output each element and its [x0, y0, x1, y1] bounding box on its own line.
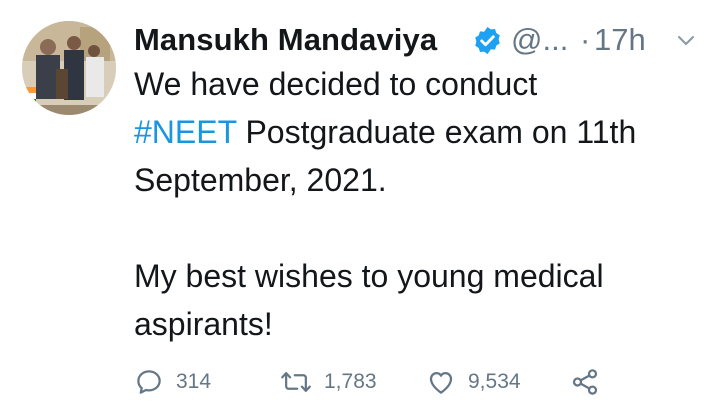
- tweet-actions: 314 1,783 9,534: [134, 362, 694, 402]
- reply-icon: [134, 367, 164, 397]
- verified-badge-icon: [472, 25, 503, 56]
- reply-button[interactable]: 314: [134, 362, 211, 402]
- share-button[interactable]: [570, 362, 600, 402]
- like-button[interactable]: 9,534: [426, 362, 521, 402]
- tweet-text: We have decided to conduct #NEET Postgra…: [134, 60, 704, 348]
- tweet-line: September, 2021.: [134, 162, 387, 198]
- retweet-icon: [280, 367, 312, 397]
- tweet-timestamp[interactable]: 17h: [594, 22, 646, 58]
- tweet-card[interactable]: Mansukh Mandaviya @... · 17h We have dec…: [0, 0, 714, 418]
- tweet-line: #NEET Postgraduate exam on 11th: [134, 108, 704, 156]
- paragraph-break: [134, 204, 704, 252]
- author-name[interactable]: Mansukh Mandaviya: [134, 22, 437, 58]
- hashtag-link[interactable]: #NEET: [134, 114, 237, 150]
- like-icon: [426, 367, 456, 397]
- tweet-paragraph: My best wishes to young medical aspirant…: [134, 258, 604, 342]
- author-handle[interactable]: @...: [511, 22, 568, 58]
- header-separator: ·: [580, 22, 591, 57]
- share-icon: [570, 367, 600, 397]
- tweet-line: We have decided to conduct: [134, 66, 538, 102]
- retweet-count: 1,783: [324, 370, 377, 393]
- like-count: 9,534: [468, 370, 521, 393]
- tweet-line-rest: Postgraduate exam on 11th: [236, 114, 637, 150]
- avatar[interactable]: [22, 21, 116, 115]
- tweet-header: Mansukh Mandaviya @... · 17h: [134, 16, 694, 60]
- retweet-button[interactable]: 1,783: [280, 362, 377, 402]
- chevron-down-icon[interactable]: [674, 28, 698, 52]
- reply-count: 314: [176, 370, 212, 393]
